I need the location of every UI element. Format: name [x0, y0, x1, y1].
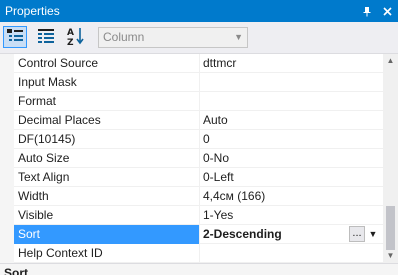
close-icon[interactable] [380, 4, 394, 18]
property-grid-gutter [0, 54, 14, 263]
property-value[interactable]: dttmcr [200, 54, 383, 73]
property-name[interactable]: Help Context ID [14, 244, 200, 263]
property-row[interactable]: Format [14, 92, 383, 111]
property-name[interactable]: Width [14, 187, 200, 206]
property-value[interactable] [200, 73, 383, 92]
property-value[interactable]: 0-Left [200, 168, 383, 187]
property-name[interactable]: Format [14, 92, 200, 111]
property-value[interactable]: 1-Yes [200, 206, 383, 225]
property-name[interactable]: Visible [14, 206, 200, 225]
vertical-scrollbar[interactable]: ▲ ▼ [383, 54, 398, 263]
property-name[interactable]: Control Source [14, 54, 200, 73]
description-pane: Sort [0, 263, 398, 275]
object-select-value: Column [103, 30, 145, 44]
property-name[interactable]: Decimal Places [14, 111, 200, 130]
alphabetical-view-button[interactable] [34, 26, 58, 48]
scroll-thumb[interactable] [386, 206, 395, 250]
property-name[interactable]: DF(10145) [14, 130, 200, 149]
svg-text:A: A [67, 28, 74, 38]
property-row[interactable]: Input Mask [14, 73, 383, 92]
property-row[interactable]: Visible 1-Yes [14, 206, 383, 225]
property-name[interactable]: Auto Size [14, 149, 200, 168]
property-value[interactable]: 0-No [200, 149, 383, 168]
property-name[interactable]: Input Mask [14, 73, 200, 92]
window-title: Properties [5, 4, 60, 18]
alphabetical-list-icon [37, 28, 55, 47]
property-value[interactable] [200, 92, 383, 111]
description-title: Sort [4, 266, 28, 275]
properties-titlebar: Properties [0, 0, 398, 22]
property-value[interactable]: Auto [200, 111, 383, 130]
titlebar-buttons [360, 0, 394, 22]
property-name[interactable]: Text Align [14, 168, 200, 187]
property-grid: Control Source dttmcr Input Mask Format Deci… [0, 54, 383, 263]
sort-az-button[interactable]: A Z [64, 26, 88, 48]
properties-toolbar: A Z Column ▼ [0, 22, 398, 54]
property-name[interactable]: Sort [14, 225, 200, 244]
scroll-down-arrow-icon[interactable]: ▼ [383, 249, 398, 263]
property-row[interactable]: Decimal Places Auto [14, 111, 383, 130]
scroll-up-arrow-icon[interactable]: ▲ [383, 54, 398, 68]
property-value[interactable]: 0 [200, 130, 383, 149]
property-row[interactable]: Text Align 0-Left [14, 168, 383, 187]
categorized-icon [6, 28, 24, 47]
property-row[interactable]: DF(10145) 0 [14, 130, 383, 149]
object-select-combo[interactable]: Column ▼ [98, 27, 248, 48]
property-value[interactable] [200, 244, 383, 263]
property-row[interactable]: Width 4,4см (166) [14, 187, 383, 206]
sort-az-icon: A Z [66, 26, 86, 49]
property-row[interactable]: Control Source dttmcr [14, 54, 383, 73]
categorized-view-button[interactable] [3, 26, 27, 48]
chevron-down-icon: ▼ [234, 32, 243, 42]
chevron-down-icon[interactable]: ▼ [366, 226, 380, 242]
property-row[interactable]: Sort 2-Descending... ▼ [14, 225, 383, 244]
pin-icon[interactable] [360, 4, 374, 18]
property-row[interactable]: Auto Size 0-No [14, 149, 383, 168]
svg-text:Z: Z [67, 38, 74, 46]
property-value[interactable]: 4,4см (166) [200, 187, 383, 206]
ellipsis-button[interactable]: ... [349, 226, 365, 242]
property-row[interactable]: Help Context ID [14, 244, 383, 263]
